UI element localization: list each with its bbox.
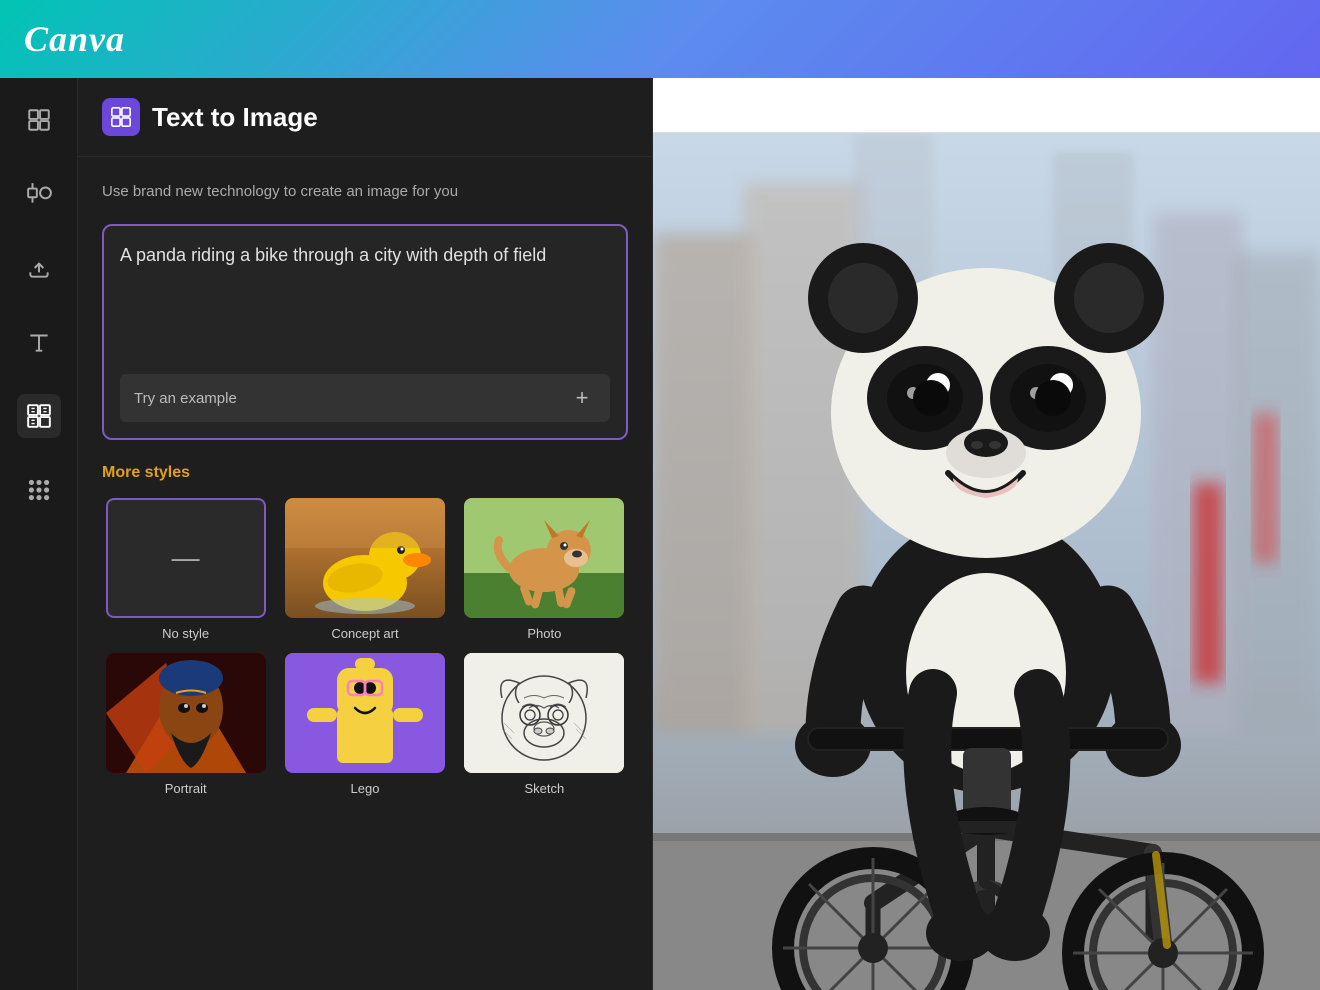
prompt-input[interactable]: A panda riding a bike through a city wit… (120, 242, 610, 354)
canvas-topbar (653, 78, 1320, 133)
style-thumb-concept-art[interactable] (285, 498, 445, 618)
style-item-portrait[interactable]: Portrait (102, 653, 269, 796)
style-item-concept-art[interactable]: Concept art (281, 498, 448, 641)
text-input-area[interactable]: A panda riding a bike through a city wit… (102, 224, 628, 441)
style-label-lego: Lego (351, 781, 380, 796)
sidebar-item-elements[interactable] (17, 172, 61, 216)
sidebar-item-layout[interactable] (17, 98, 61, 142)
panel-title: Text to Image (152, 102, 318, 133)
main-layout: Text to Image Use brand new technology t… (0, 78, 1320, 990)
panel-description: Use brand new technology to create an im… (102, 181, 628, 204)
sidebar-item-text[interactable] (17, 320, 61, 364)
style-item-lego[interactable]: Lego (281, 653, 448, 796)
style-thumb-lego[interactable] (285, 653, 445, 773)
try-example-button[interactable]: + (568, 384, 596, 412)
style-item-photo[interactable]: Photo (461, 498, 628, 641)
style-label-portrait: Portrait (165, 781, 207, 796)
style-label-sketch: Sketch (524, 781, 564, 796)
canvas-image-area[interactable] (653, 133, 1320, 990)
styles-grid: No style (102, 498, 628, 796)
canva-logo: Canva (24, 18, 125, 60)
style-thumb-no-style[interactable] (106, 498, 266, 618)
canvas-area (653, 78, 1320, 990)
panel: Text to Image Use brand new technology t… (78, 78, 653, 990)
sidebar-item-text-to-image[interactable] (17, 394, 61, 438)
style-thumb-photo[interactable] (464, 498, 624, 618)
style-label-concept-art: Concept art (331, 626, 398, 641)
style-thumb-sketch[interactable] (464, 653, 624, 773)
sidebar-item-apps[interactable] (17, 468, 61, 512)
try-example-row[interactable]: Try an example + (120, 374, 610, 422)
try-example-label: Try an example (134, 390, 237, 407)
style-item-sketch[interactable]: Sketch (461, 653, 628, 796)
style-label-no-style: No style (162, 626, 209, 641)
more-styles-label: More styles (102, 464, 628, 482)
panda-illustration (653, 133, 1320, 990)
more-styles-section: More styles No style (102, 464, 628, 796)
panel-header-icon (102, 98, 140, 136)
style-thumb-portrait[interactable] (106, 653, 266, 773)
header: Canva (0, 0, 1320, 78)
sidebar (0, 78, 78, 990)
style-item-no-style[interactable]: No style (102, 498, 269, 641)
panel-header: Text to Image (78, 78, 652, 157)
panel-content: Use brand new technology to create an im… (78, 157, 652, 990)
sidebar-item-uploads[interactable] (17, 246, 61, 290)
style-label-photo: Photo (527, 626, 561, 641)
